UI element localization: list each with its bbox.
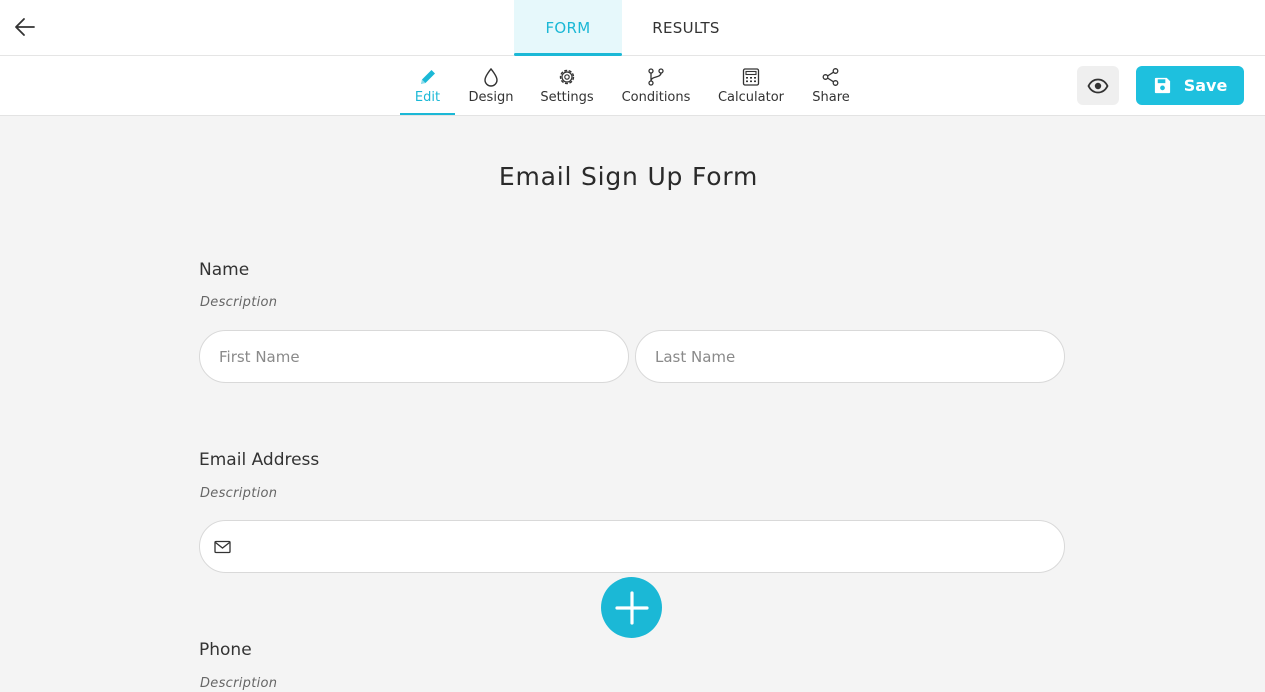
save-button-label: Save [1183,76,1228,95]
tab-form[interactable]: FORM [514,0,622,56]
calculator-icon [740,66,762,88]
droplet-icon [480,66,502,88]
field-description-name[interactable]: Description [200,295,277,310]
field-description-email[interactable]: Description [200,486,277,501]
first-name-input[interactable]: First Name [199,330,629,383]
toolbar-conditions[interactable]: Conditions [618,56,694,115]
toolbar-share[interactable]: Share [808,56,854,115]
top-bar: FORM RESULTS [0,0,1265,56]
toolbar-settings[interactable]: Settings [535,56,599,115]
field-label-email[interactable]: Email Address [199,450,319,470]
toolbar-calculator[interactable]: Calculator [714,56,788,115]
toolbar-settings-label: Settings [540,90,594,105]
tab-results-label: RESULTS [652,18,720,37]
first-name-placeholder: First Name [219,347,300,366]
last-name-placeholder: Last Name [655,347,736,366]
arrow-left-icon [15,18,35,36]
form-title[interactable]: Email Sign Up Form [0,162,1257,191]
pencil-icon [417,66,439,88]
field-label-phone[interactable]: Phone [199,640,252,660]
back-button[interactable] [12,14,38,40]
save-button[interactable]: Save [1136,66,1244,105]
toolbar-design[interactable]: Design [464,56,518,115]
toolbar-calculator-label: Calculator [717,90,784,105]
eye-icon [1087,78,1109,93]
toolbar-conditions-label: Conditions [621,90,691,105]
toolbar-edit[interactable]: Edit [400,56,455,115]
plus-icon [614,590,649,625]
tab-form-label: FORM [545,18,591,37]
field-description-phone[interactable]: Description [200,676,277,691]
last-name-input[interactable]: Last Name [635,330,1065,383]
floppy-disk-icon [1154,77,1170,94]
toolbar-design-label: Design [468,90,514,105]
editor-toolbar: Edit Design Settings Conditions Calculat… [0,56,1265,116]
email-input[interactable] [199,520,1065,573]
tab-results[interactable]: RESULTS [636,0,736,55]
gear-icon [556,66,578,88]
envelope-icon [214,540,231,553]
share-icon [820,66,842,88]
add-field-button[interactable] [601,577,662,638]
field-label-name[interactable]: Name [199,260,249,280]
branch-icon [645,66,667,88]
toolbar-share-label: Share [812,90,850,105]
toolbar-edit-label: Edit [414,90,441,105]
preview-button[interactable] [1077,66,1119,105]
